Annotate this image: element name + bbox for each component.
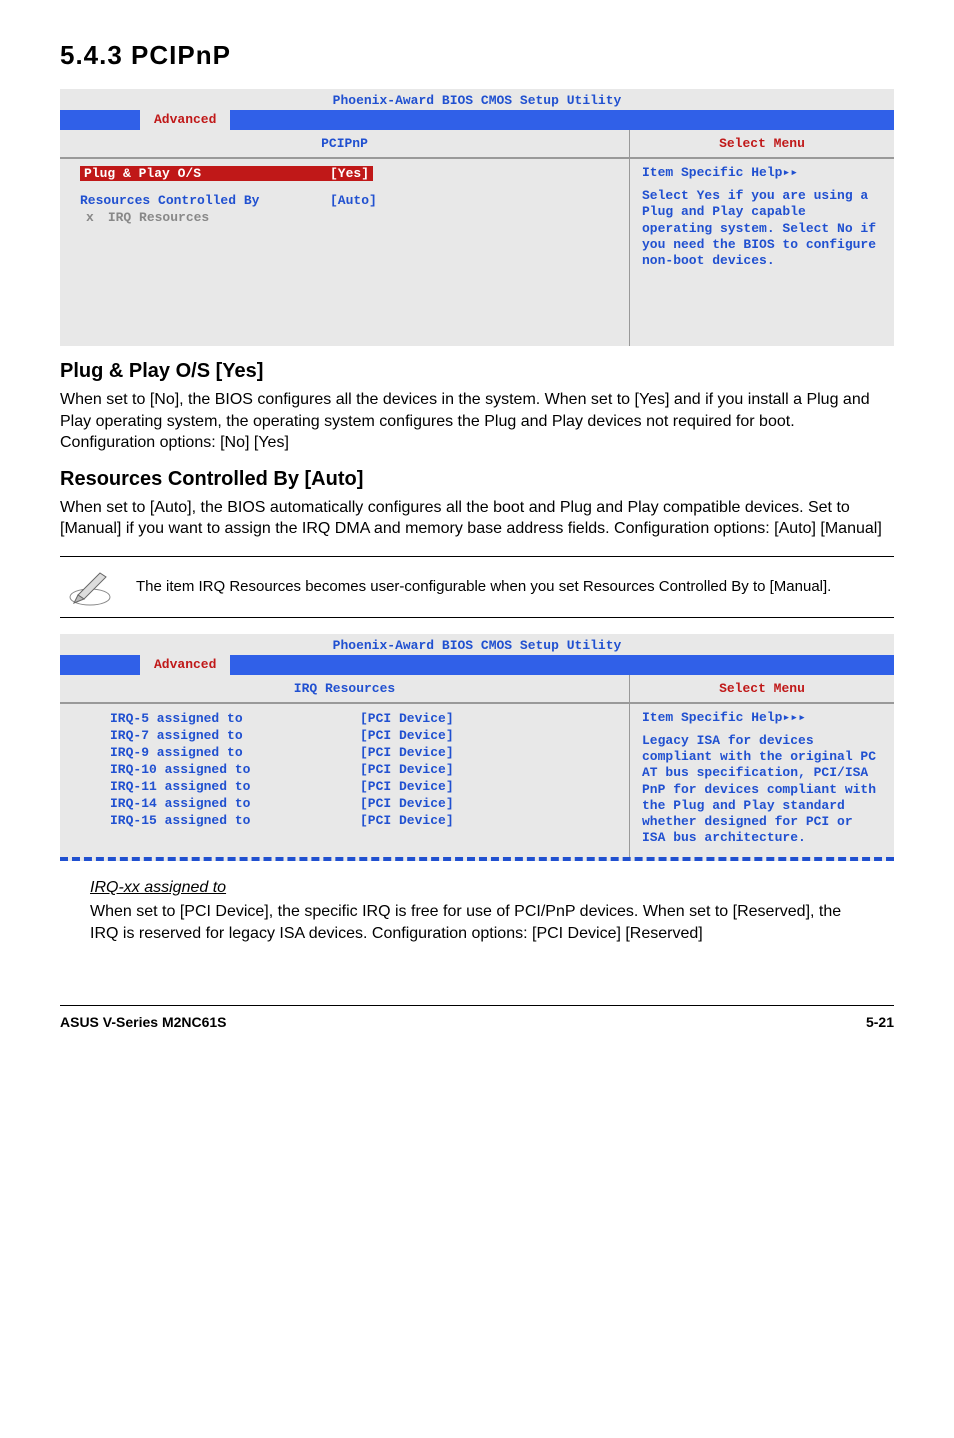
arrows-icon: ▸▸ [782, 165, 798, 180]
bios-panel-pcipnp: Phoenix-Award BIOS CMOS Setup Utility Ad… [60, 89, 894, 346]
tab-advanced[interactable]: Advanced [140, 110, 230, 130]
setting-value: [PCI Device] [360, 728, 454, 743]
page-footer: ASUS V-Series M2NC61S 5-21 [60, 1005, 894, 1030]
panel-title-left: PCIPnP [60, 130, 629, 157]
setting-label: IRQ-11 assigned to [110, 779, 360, 794]
setting-label: IRQ-10 assigned to [110, 762, 360, 777]
setting-value: [PCI Device] [360, 796, 454, 811]
disabled-marker: x [86, 210, 94, 225]
arrows-icon: ▸▸▸ [782, 710, 805, 725]
bios-tab-bar: Advanced [60, 655, 894, 675]
setting-value: [PCI Device] [360, 813, 454, 828]
footer-product: ASUS V-Series M2NC61S [60, 1014, 227, 1030]
body-irq-assigned: When set to [PCI Device], the specific I… [90, 901, 874, 945]
help-text: Select Yes if you are using a Plug and P… [642, 188, 882, 269]
subsection-plug-and-play: Plug & Play O/S [Yes] [60, 360, 894, 383]
help-title: Item Specific Help▸▸▸ [642, 710, 882, 725]
panel-title-right: Select Menu [629, 130, 894, 157]
setting-label: IRQ Resources [108, 210, 209, 225]
setting-irq15[interactable]: IRQ-15 assigned to[PCI Device] [110, 812, 609, 829]
panel-title-right: Select Menu [629, 675, 894, 702]
bios-title: Phoenix-Award BIOS CMOS Setup Utility [60, 89, 894, 110]
setting-value: [Yes] [330, 166, 369, 181]
panel-title-left: IRQ Resources [60, 675, 629, 702]
setting-label: IRQ-7 assigned to [110, 728, 360, 743]
setting-irq11[interactable]: IRQ-11 assigned to[PCI Device] [110, 778, 609, 795]
section-heading: 5.4.3 PCIPnP [60, 40, 894, 71]
setting-irq-resources-disabled: x IRQ Resources [80, 209, 609, 226]
setting-irq9[interactable]: IRQ-9 assigned to[PCI Device] [110, 744, 609, 761]
setting-label: IRQ-15 assigned to [110, 813, 360, 828]
setting-label: Resources Controlled By [80, 193, 330, 208]
setting-value: [PCI Device] [360, 762, 454, 777]
setting-resources-controlled-by[interactable]: Resources Controlled By [Auto] [80, 192, 609, 209]
setting-plug-and-play-os[interactable]: Plug & Play O/S [Yes] [80, 166, 373, 181]
bios-help-pane: Item Specific Help▸▸▸ Legacy ISA for dev… [629, 704, 894, 857]
setting-value: [PCI Device] [360, 711, 454, 726]
bios-help-pane: Item Specific Help▸▸ Select Yes if you a… [629, 159, 894, 346]
setting-irq10[interactable]: IRQ-10 assigned to[PCI Device] [110, 761, 609, 778]
setting-value: [PCI Device] [360, 779, 454, 794]
setting-irq5[interactable]: IRQ-5 assigned to[PCI Device] [110, 710, 609, 727]
body-plug-and-play: When set to [No], the BIOS configures al… [60, 389, 894, 454]
note-icon [66, 567, 114, 607]
bios-settings-list: Plug & Play O/S [Yes] Resources Controll… [60, 159, 629, 346]
setting-label: IRQ-5 assigned to [110, 711, 360, 726]
setting-irq14[interactable]: IRQ-14 assigned to[PCI Device] [110, 795, 609, 812]
bios-panel-irq-resources: Phoenix-Award BIOS CMOS Setup Utility Ad… [60, 634, 894, 861]
help-text: Legacy ISA for devices compliant with th… [642, 733, 882, 847]
panel-title-row: PCIPnP Select Menu [60, 130, 894, 158]
body-resources-controlled: When set to [Auto], the BIOS automatical… [60, 497, 894, 540]
note-text: The item IRQ Resources becomes user-conf… [136, 576, 831, 597]
note-box: The item IRQ Resources becomes user-conf… [60, 556, 894, 618]
setting-label: IRQ-14 assigned to [110, 796, 360, 811]
setting-value: [Auto] [330, 193, 377, 208]
panel-title-row: IRQ Resources Select Menu [60, 675, 894, 703]
help-title: Item Specific Help▸▸ [642, 165, 882, 180]
bios-settings-list: IRQ-5 assigned to[PCI Device] IRQ-7 assi… [60, 704, 629, 857]
bios-tab-bar: Advanced [60, 110, 894, 130]
subsection-irq-assigned: IRQ-xx assigned to [90, 879, 894, 897]
setting-value: [PCI Device] [360, 745, 454, 760]
bios-title: Phoenix-Award BIOS CMOS Setup Utility [60, 634, 894, 655]
setting-label: IRQ-9 assigned to [110, 745, 360, 760]
tab-advanced[interactable]: Advanced [140, 655, 230, 675]
footer-page-number: 5-21 [866, 1014, 894, 1030]
setting-irq7[interactable]: IRQ-7 assigned to[PCI Device] [110, 727, 609, 744]
setting-label: Plug & Play O/S [84, 166, 330, 181]
subsection-resources-controlled: Resources Controlled By [Auto] [60, 468, 894, 491]
